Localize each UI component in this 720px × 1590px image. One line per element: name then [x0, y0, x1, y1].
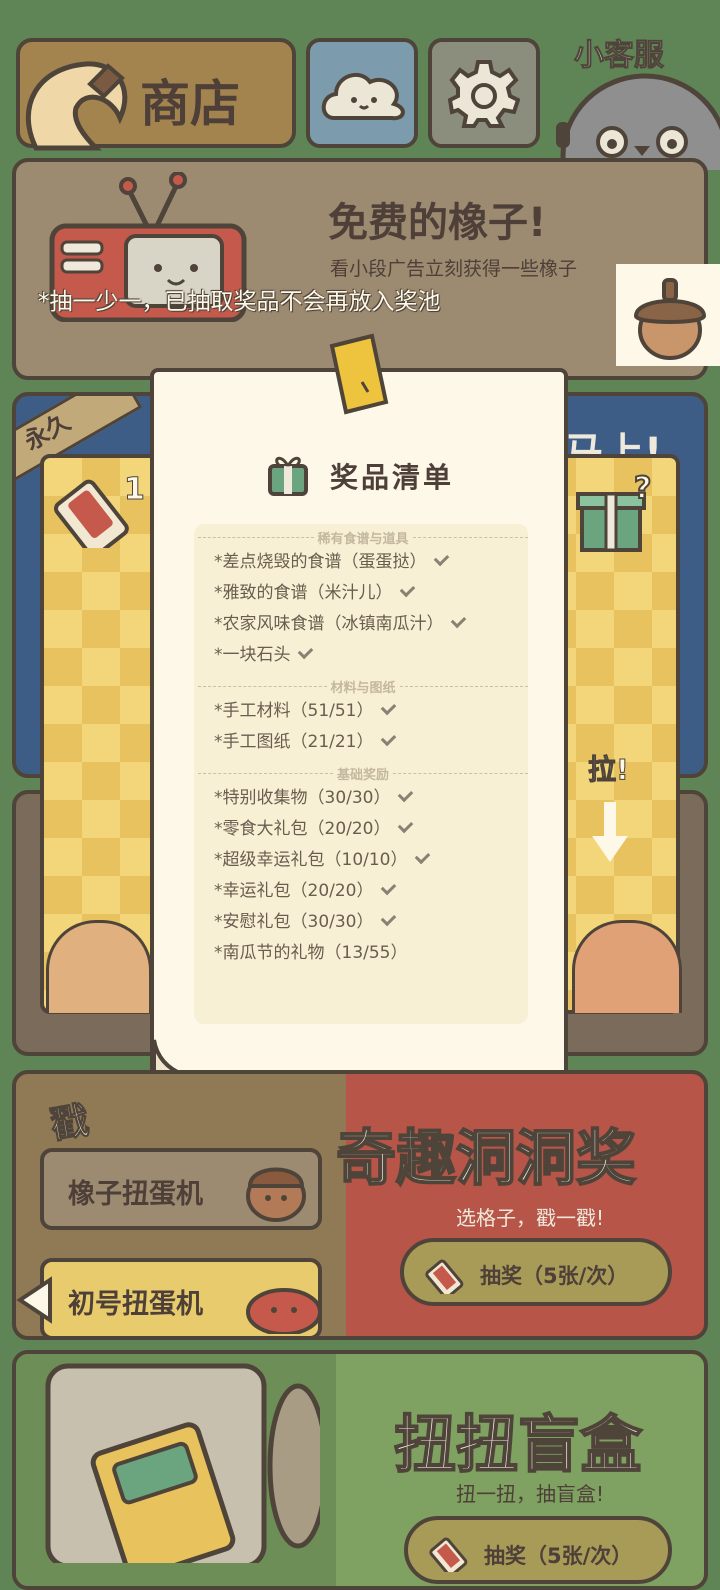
hole-prize-title: 奇趣洞洞奖: [335, 1123, 637, 1195]
check-icon: [380, 910, 396, 927]
draw-notice-text: *抽一少一，已抽取奖品不会再放入奖池: [38, 289, 441, 315]
prize-list-popup: 奖品清单 稀有食谱与道具 *差点烧毁的食谱（蛋蛋挞） *雅致的食谱（米汁儿） *…: [150, 368, 568, 1080]
prize-item: *手工材料（51/51）: [198, 696, 528, 727]
acorn-face-icon: [246, 1167, 306, 1222]
first-gacha-tab[interactable]: 初号扭蛋机: [40, 1258, 322, 1340]
prize-list-body: 稀有食谱与道具 *差点烧毁的食谱（蛋蛋挞） *雅致的食谱（米汁儿） *农家风味食…: [198, 528, 529, 969]
acorn-icon: [633, 278, 707, 360]
tape-icon: [329, 333, 389, 415]
check-icon: [380, 879, 396, 896]
prize-item: *南瓜节的礼物（13/55）: [214, 943, 408, 963]
gift-icon: [268, 456, 308, 496]
pull-label: 拉!: [588, 753, 630, 787]
prize-item: *农家风味食谱（冰镇南瓜汁）: [198, 609, 528, 640]
section-header: 材料与图纸: [198, 677, 529, 696]
free-acorns-title: 免费的橡子!: [328, 200, 547, 246]
ticket-icon: [425, 1259, 464, 1294]
prize-item: *安慰礼包（30/30）: [198, 907, 528, 938]
prize-item: *手工图纸（21/21）: [198, 727, 528, 758]
check-icon: [397, 817, 413, 834]
prize-item: *雅致的食谱（米汁儿）: [198, 578, 528, 609]
prize-item: *差点烧毁的食谱（蛋蛋挞）: [198, 547, 528, 578]
cloud-button[interactable]: [306, 38, 418, 148]
left-arrow-icon[interactable]: [16, 1276, 54, 1324]
ticket-icon: [54, 479, 129, 548]
first-gacha-label: 初号扭蛋机: [68, 1289, 203, 1320]
check-icon: [450, 612, 466, 629]
back-arrow-icon[interactable]: [16, 48, 136, 164]
draw-button-label: 抽奖（5张/次）: [480, 1264, 629, 1288]
hole-prize-subtitle: 选格子，戳一戳!: [456, 1206, 605, 1230]
prize-list-title: 奖品清单: [330, 461, 455, 494]
ticket-count: 1: [124, 472, 146, 508]
prize-item: *一块石头: [198, 640, 528, 671]
check-icon: [414, 848, 430, 865]
check-icon: [297, 643, 313, 660]
pull-arrow-icon[interactable]: [590, 800, 630, 864]
draw-button-label: 抽奖（5张/次）: [484, 1544, 633, 1568]
check-icon: [380, 699, 396, 716]
svg-text:?: ?: [634, 472, 651, 506]
blind-box-draw-button[interactable]: 抽奖（5张/次）: [404, 1516, 672, 1584]
prize-item: *零食大礼包（20/20）: [198, 814, 528, 845]
shop-title: 商店: [140, 75, 240, 133]
cloud-face-icon: [321, 72, 405, 121]
blind-box-title: 扭扭盲盒: [393, 1407, 643, 1482]
acorn-gacha-label: 橡子扭蛋机: [68, 1179, 203, 1210]
hole-prize-draw-button[interactable]: 抽奖（5张/次）: [400, 1238, 672, 1306]
free-acorns-subtitle: 看小段广告立刻获得一些橡子: [330, 258, 578, 280]
blind-box-subtitle: 扭一扭，抽盲盒!: [456, 1482, 605, 1506]
red-creature-icon: [246, 1288, 322, 1334]
prize-item: *幸运礼包（20/20）: [198, 876, 528, 907]
check-icon: [399, 581, 415, 598]
check-icon: [380, 730, 396, 747]
capsule-balls-right: [572, 920, 682, 1013]
acorn-gacha-tab[interactable]: 橡子扭蛋机: [40, 1148, 322, 1230]
gear-icon: [448, 60, 520, 128]
section-header: 基础奖励: [198, 764, 529, 783]
mystery-gift-icon: ?: [576, 472, 652, 552]
settings-button[interactable]: [428, 38, 540, 148]
prize-item: *特别收集物（30/30）: [198, 783, 528, 814]
prize-item: *超级幸运礼包（10/10）: [198, 845, 528, 876]
ticket-icon: [429, 1537, 468, 1572]
capsule-balls-left: [46, 920, 152, 1013]
check-icon: [433, 550, 449, 567]
blind-box-machine-illustration: [45, 1363, 320, 1563]
section-header: 稀有食谱与道具: [198, 528, 529, 547]
acorn-currency-tile: [616, 264, 720, 366]
customer-service-avatar[interactable]: [550, 66, 720, 170]
check-icon: [397, 786, 413, 803]
